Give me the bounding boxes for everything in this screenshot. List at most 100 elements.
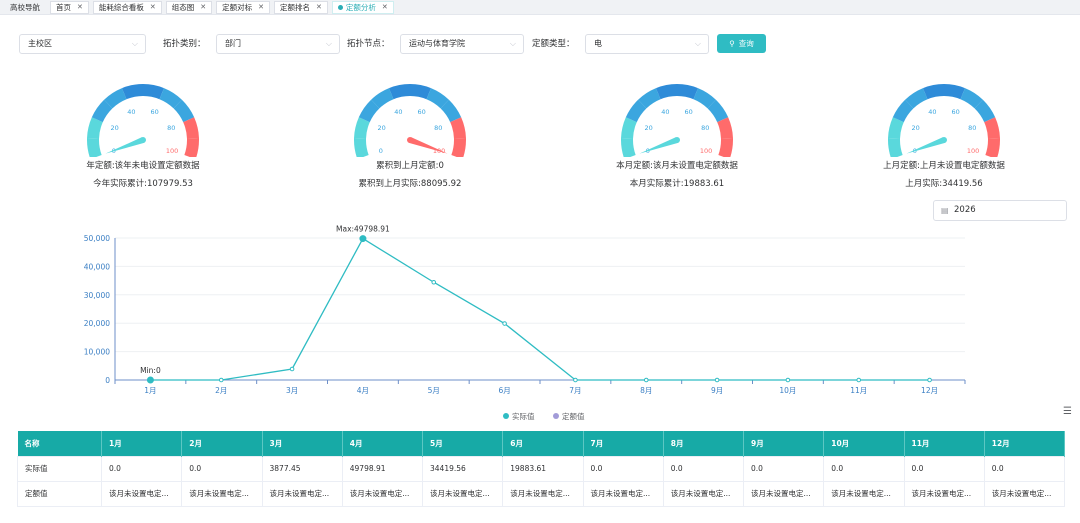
campus-select[interactable]: 主校区 ⌵: [19, 34, 146, 54]
close-icon[interactable]: ✕: [77, 2, 83, 13]
data-point[interactable]: [714, 377, 720, 383]
gauge-actual: 本月实际累计:19883.61: [629, 179, 725, 189]
table-cell: 49798.91: [341, 455, 424, 482]
gauge-tick: [931, 98, 933, 102]
gauge-needle-hub: [941, 137, 947, 143]
gauge-tick: [974, 111, 977, 115]
column-settings-icon[interactable]: ☰: [1063, 406, 1072, 417]
close-icon[interactable]: ✕: [258, 2, 264, 13]
data-point[interactable]: [856, 377, 862, 383]
gauge-tick: [119, 103, 122, 107]
table-cell: 该月未设置电定...: [903, 480, 985, 507]
gauge-tick: [656, 101, 659, 105]
y-tick-label: 10,000: [84, 348, 110, 357]
data-point[interactable]: [785, 377, 791, 383]
gauge-tick: [442, 115, 446, 118]
x-tick-label: 8月: [640, 386, 652, 395]
legend-label[interactable]: 定额值: [562, 411, 585, 421]
table-header-cell: 11月: [904, 431, 985, 456]
gauge-tick: [423, 99, 427, 106]
legend-marker[interactable]: [553, 413, 559, 419]
table-header-cell: 12月: [984, 431, 1066, 456]
topo-type-select[interactable]: 部门 ⌵: [216, 34, 340, 54]
data-point[interactable]: [218, 377, 224, 383]
table-header-cell: 8月: [663, 431, 745, 456]
gauge-tick: [101, 149, 105, 152]
tab-nav[interactable]: 高校导航: [4, 1, 46, 14]
gauge-needle: [408, 137, 448, 154]
legend-label[interactable]: 实际值: [512, 411, 535, 421]
gauge-band-segment: [888, 138, 903, 157]
gauge-tick: [444, 118, 448, 121]
gauge-tick: [177, 152, 184, 156]
gauge-tick: [653, 103, 656, 107]
gauge-band-segment: [621, 138, 636, 157]
gauge-tick: [923, 101, 926, 105]
gauge-tick: [112, 108, 118, 114]
query-button[interactable]: ⚲ 查询: [717, 34, 766, 53]
topo-node-select[interactable]: 运动与体育学院 ⌵: [400, 34, 524, 54]
data-point[interactable]: [431, 279, 437, 285]
close-icon[interactable]: ✕: [200, 2, 206, 13]
tab-quota-benchmark[interactable]: 定额对标 ✕: [216, 0, 270, 14]
gauge-tick-label: 100: [967, 147, 979, 155]
table-cell: 0.0: [903, 455, 985, 482]
gauge-tick: [635, 129, 639, 132]
data-point[interactable]: [573, 377, 578, 383]
gauge-tick: [710, 121, 717, 126]
tab-quota-ranking[interactable]: 定额排名 ✕: [274, 0, 328, 14]
gauge-title: 上月定额:上月未设置电定额数据: [883, 161, 1005, 171]
table-cell: 该月未设置电定...: [341, 480, 424, 507]
close-icon[interactable]: ✕: [316, 2, 322, 13]
tab-config-diagram[interactable]: 组态图 ✕: [165, 0, 213, 14]
gauge-last-month: 020406080100 上月定额:上月未设置电定额数据 上月实际:34419.…: [874, 82, 1014, 192]
gauge-band-segment: [184, 138, 199, 157]
gauge-tick: [639, 118, 643, 121]
table-row: 实际值 0.0 0.0 3877.45 49798.91 34419.56 19883.61…: [17, 455, 1066, 482]
data-point[interactable]: [359, 235, 367, 243]
table-header-cell: 名称: [17, 431, 102, 456]
table-header-cell: 6月: [502, 431, 584, 456]
gauge-tick: [448, 129, 452, 132]
year-picker[interactable]: ▤ 2026: [933, 200, 1067, 221]
table-cell: 该月未设置电定...: [502, 480, 584, 507]
tab-quota-analysis[interactable]: 定额分析 ✕: [331, 0, 394, 14]
legend-marker[interactable]: [503, 413, 509, 419]
gauge-tick: [903, 126, 907, 128]
gauge-tick: [646, 108, 652, 114]
data-point[interactable]: [927, 377, 932, 383]
table-cell: 该月未设置电定...: [261, 480, 343, 507]
table-cell: 该月未设置电定...: [181, 480, 263, 507]
gauge-actual: 上月实际:34419.56: [905, 179, 983, 189]
x-tick-label: 4月: [357, 386, 369, 395]
chevron-down-icon: ⌵: [325, 39, 332, 48]
x-tick-label: 5月: [428, 386, 440, 395]
gauge-tick: [636, 126, 640, 128]
gauge-tick-label: 40: [394, 108, 402, 116]
gauge-tick: [164, 103, 167, 107]
chevron-down-icon: ⌵: [131, 39, 138, 48]
data-point[interactable]: [502, 321, 507, 326]
filter-bar: 主校区 ⌵ 拓扑类别： 部门 ⌵ 拓扑节点： 运动与体育学院 ⌵ 定额类型： 电…: [19, 34, 1080, 54]
gauge-title: 年定额:该年未电设置定额数据: [86, 161, 200, 171]
table-header-cell: 10月: [823, 431, 905, 456]
y-tick-label: 30,000: [84, 291, 110, 300]
data-point[interactable]: [289, 366, 295, 372]
data-point[interactable]: [146, 376, 154, 384]
tab-home[interactable]: 首页 ✕: [50, 0, 89, 14]
gauge-tick: [435, 108, 441, 114]
close-icon[interactable]: ✕: [150, 2, 156, 13]
close-icon[interactable]: ✕: [382, 2, 388, 13]
x-tick-label: 12月: [921, 386, 938, 395]
gauge-tick: [982, 129, 986, 132]
gauge-tick: [401, 97, 403, 101]
gauge-tick: [976, 115, 980, 118]
table-cell: 0.0: [742, 455, 825, 482]
gauge-needle: [105, 137, 145, 154]
tab-energy-board[interactable]: 能耗综合看板 ✕: [92, 0, 162, 14]
gauge-tick: [904, 121, 911, 126]
gauge-tick: [644, 111, 647, 115]
data-point[interactable]: [643, 377, 649, 383]
quota-type-select[interactable]: 电 ⌵: [585, 34, 709, 54]
gauge-tick: [982, 149, 986, 152]
